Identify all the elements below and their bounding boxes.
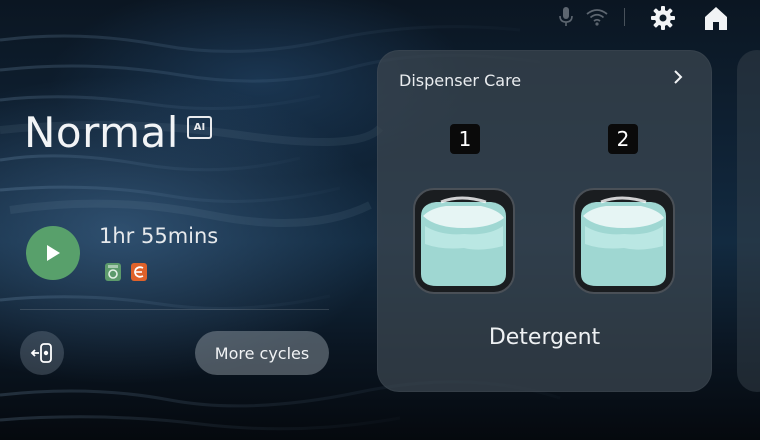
detergent-cube-icon bbox=[413, 188, 515, 294]
cycle-name: Normal bbox=[24, 108, 179, 157]
cycle-duration: 1hr 55mins bbox=[99, 224, 219, 248]
home-icon[interactable] bbox=[702, 4, 730, 32]
wifi-icon bbox=[586, 9, 608, 26]
next-card-peek[interactable] bbox=[737, 50, 760, 392]
chevron-right-icon[interactable] bbox=[671, 68, 685, 86]
status-bar bbox=[0, 0, 760, 36]
section-divider bbox=[20, 309, 329, 310]
slot-2-number: 2 bbox=[608, 124, 638, 154]
remote-control-icon bbox=[30, 343, 52, 363]
remote-control-button[interactable] bbox=[20, 331, 64, 375]
card-title: Dispenser Care bbox=[399, 71, 522, 90]
status-divider bbox=[624, 8, 625, 26]
ecobubble-icon bbox=[131, 263, 147, 281]
washer-home-screen: Normal AI 1hr 55mins More cycles Dispens… bbox=[0, 0, 760, 440]
more-cycles-button[interactable]: More cycles bbox=[195, 331, 329, 375]
slot-1-number: 1 bbox=[450, 124, 480, 154]
play-icon bbox=[47, 245, 60, 261]
start-button[interactable] bbox=[26, 226, 80, 280]
washer-icon bbox=[105, 263, 121, 281]
mic-icon bbox=[559, 7, 573, 26]
dispenser-care-card[interactable]: Dispenser Care 1 2 Detergent bbox=[377, 50, 712, 392]
detergent-label: Detergent bbox=[488, 325, 601, 350]
ai-badge: AI bbox=[187, 116, 212, 139]
detergent-cube-icon bbox=[573, 188, 675, 294]
gear-icon[interactable] bbox=[649, 4, 677, 32]
